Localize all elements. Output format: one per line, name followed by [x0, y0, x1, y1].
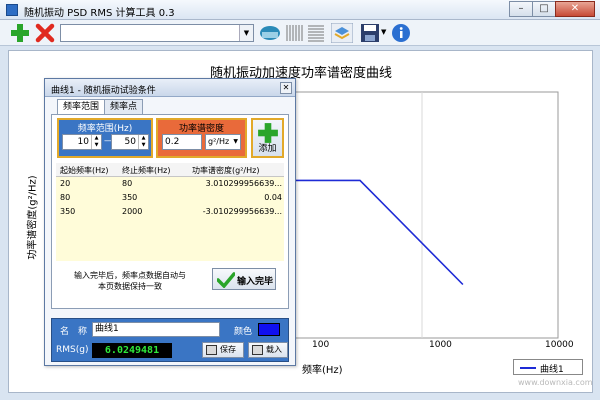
curve-info-panel: 名 称 曲线1 颜色 RMS(g) 6.0249481 保存 载入 [51, 318, 289, 362]
watermark: www.downxia.com [518, 378, 593, 387]
curve-name-input[interactable]: 曲线1 [92, 322, 220, 337]
psd-unit-select[interactable]: g²/Hz ▼ [205, 134, 241, 150]
frequency-range-group: 频率范围(Hz) 10 ▲ ▼ — 50 ▲ ▼ [57, 118, 153, 158]
stepper-arrows-icon[interactable]: ▲ ▼ [91, 135, 101, 149]
tab-panel-frequency-range: 频率范围(Hz) 10 ▲ ▼ — 50 ▲ ▼ 功率谱密度 0.2 g²/Hz ▼ [51, 114, 289, 309]
checkmark-icon [217, 272, 235, 288]
table-cell: -3.010299956639... [202, 207, 282, 216]
color-label: 颜色 [234, 327, 253, 337]
table-cell: 350 [122, 193, 138, 202]
psd-group: 功率谱密度 0.2 g²/Hz ▼ [156, 118, 247, 158]
table-cell: 0.04 [264, 193, 282, 202]
table-row[interactable]: 350 2000 -3.010299956639... [56, 205, 284, 219]
column-header-end: 终止频率(Hz) [122, 166, 171, 175]
table-cell: 20 [60, 179, 71, 188]
table-cell: 2000 [122, 207, 143, 216]
input-note: 输入完毕后，频率点数据自动与 本页数据保持一致 [74, 271, 186, 291]
segments-table-body: 20 80 3.010299956639... 80 350 0.04 350 … [56, 177, 284, 261]
input-done-button[interactable]: 输入完毕 [212, 268, 276, 290]
curve-conditions-dialog: 曲线1 - 随机振动试验条件 ✕ 频率范围 频率点 频率范围(Hz) 10 ▲ ▼… [44, 78, 296, 366]
curve-color-swatch[interactable] [258, 323, 280, 336]
x-tick-label: 1000 [429, 340, 452, 350]
psd-header: 功率谱密度 [178, 124, 224, 134]
x-tick-label: 10000 [545, 340, 574, 350]
stepper-arrows-icon[interactable]: ▲ ▼ [138, 135, 148, 149]
table-cell: 350 [60, 207, 76, 216]
tab-frequency-points[interactable]: 频率点 [104, 99, 144, 114]
table-row[interactable]: 20 80 3.010299956639... [56, 177, 284, 191]
dialog-title-bar: 曲线1 - 随机振动试验条件 ✕ [45, 79, 295, 97]
legend-label-curve1: 曲线1 [540, 365, 564, 375]
chart-legend: 曲线1 [513, 359, 583, 375]
table-row[interactable]: 80 350 0.04 [56, 191, 284, 205]
load-icon [252, 345, 263, 355]
psd-value-input[interactable]: 0.2 [162, 134, 202, 150]
segments-table-header: 起始频率(Hz) 终止频率(Hz) 功率谱密度(g²/Hz) [56, 163, 284, 177]
x-axis-label: 频率(Hz) [302, 365, 343, 376]
table-cell: 3.010299956639... [205, 179, 282, 188]
save-icon [206, 345, 217, 355]
rms-value-display: 6.0249481 [92, 343, 172, 358]
column-header-psd: 功率谱密度(g²/Hz) [192, 166, 260, 175]
load-curve-button[interactable]: 载入 [248, 342, 288, 358]
start-frequency-stepper[interactable]: 10 ▲ ▼ [62, 134, 102, 150]
x-tick-label: 100 [312, 340, 330, 350]
column-header-start: 起始频率(Hz) [60, 166, 109, 175]
tab-frequency-range[interactable]: 频率范围 [57, 99, 106, 115]
legend-line-curve1 [520, 367, 536, 369]
chevron-down-icon: ▼ [233, 138, 238, 145]
name-label: 名 称 [60, 327, 88, 337]
add-button-label: 添加 [258, 144, 277, 154]
frequency-range-header: 频率范围(Hz) [77, 124, 133, 134]
table-cell: 80 [122, 179, 133, 188]
done-button-label: 输入完毕 [237, 277, 274, 287]
dialog-title: 曲线1 - 随机振动试验条件 [51, 86, 156, 96]
dialog-tabs: 频率范围 频率点 [57, 99, 144, 115]
table-cell: 80 [60, 193, 71, 202]
rms-label: RMS(g) [56, 345, 89, 355]
dialog-close-button[interactable]: ✕ [280, 82, 292, 94]
save-curve-button[interactable]: 保存 [202, 342, 244, 358]
add-segment-button[interactable]: 添加 [251, 118, 284, 158]
end-frequency-stepper[interactable]: 50 ▲ ▼ [111, 134, 149, 150]
